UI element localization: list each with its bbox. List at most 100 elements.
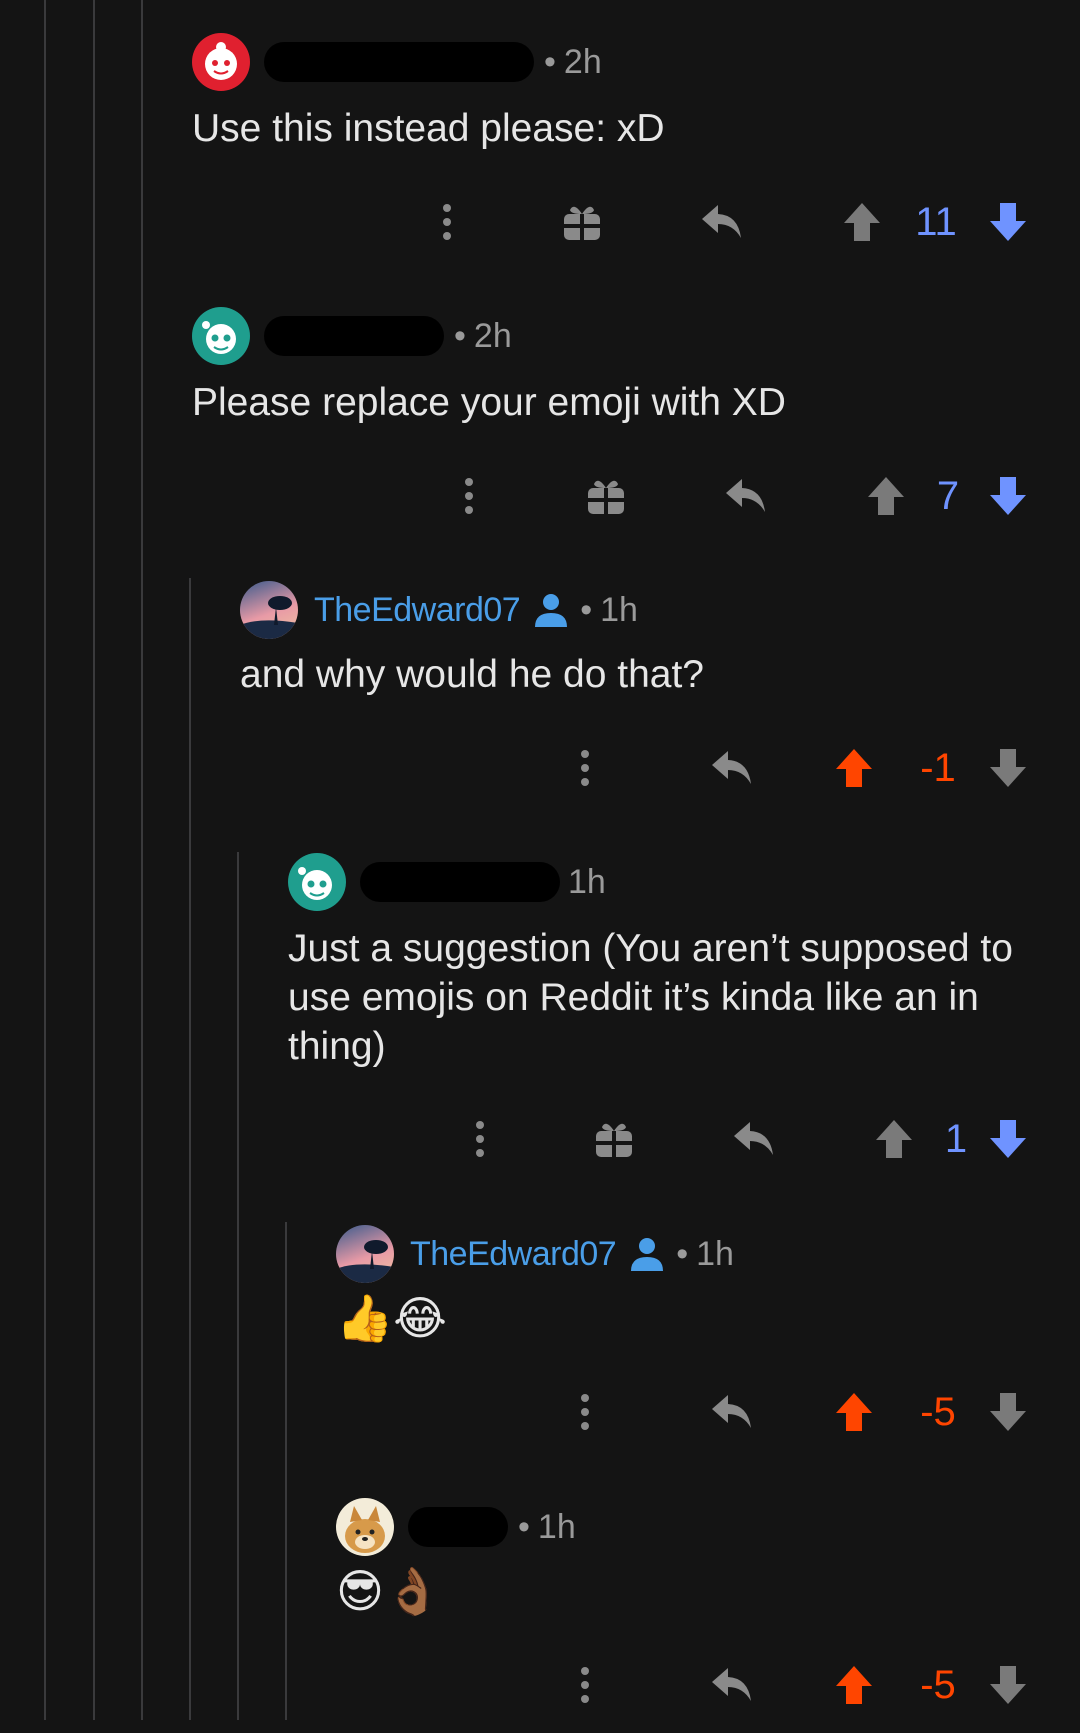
vote-score: -5	[920, 1389, 956, 1434]
upvote-button[interactable]	[864, 1109, 924, 1169]
comment-actions: 1	[288, 1109, 1080, 1169]
gift-award-icon	[596, 1123, 632, 1157]
comment-actions: -5	[336, 1382, 1080, 1442]
reply-button[interactable]	[702, 1655, 762, 1715]
comment-meta: TheEdward07 • 1h	[240, 580, 638, 640]
comment-body: Use this instead please: xD	[192, 107, 665, 150]
comment-meta: • 2h	[192, 32, 602, 92]
more-options-icon	[581, 750, 589, 786]
username[interactable]: TheEdward07	[314, 591, 521, 630]
more-options-icon	[465, 478, 473, 514]
reply-button[interactable]	[692, 192, 752, 252]
vote-score: -5	[920, 1662, 956, 1707]
downvote-button[interactable]	[978, 192, 1038, 252]
downvote-button[interactable]	[978, 466, 1038, 526]
reply-icon	[702, 205, 741, 238]
comment-body: 😎👌🏾	[336, 1565, 442, 1617]
upvote-button[interactable]	[832, 192, 892, 252]
separator-dot: •	[544, 42, 556, 81]
reply-icon	[712, 1395, 751, 1428]
thread-line[interactable]	[141, 0, 143, 1720]
thread-line[interactable]	[189, 578, 191, 1720]
comment-body: and why would he do that?	[240, 653, 705, 696]
downvote-arrow-icon	[990, 1666, 1026, 1704]
comment: • 2h Please replace your emoji with XD 7	[192, 306, 1080, 536]
thread-line[interactable]	[285, 1222, 287, 1720]
sunset-tree-avatar[interactable]	[336, 1225, 394, 1283]
award-button[interactable]	[552, 192, 612, 252]
redacted-username	[408, 1507, 508, 1547]
upvote-arrow-icon	[836, 1666, 872, 1704]
thread-line[interactable]	[237, 852, 239, 1720]
comment-body: 👍😂	[336, 1292, 448, 1344]
downvote-button[interactable]	[978, 1109, 1038, 1169]
comment-actions: 11	[192, 192, 1080, 252]
separator-dot: •	[454, 316, 466, 355]
reply-icon	[734, 1122, 773, 1155]
downvote-arrow-icon	[990, 1120, 1026, 1158]
comment-meta: TheEdward07 • 1h	[336, 1224, 734, 1284]
red-snoo-avatar[interactable]	[192, 33, 250, 91]
timestamp: 1h	[600, 590, 638, 629]
comment-actions: 7	[192, 466, 1080, 526]
downvote-arrow-icon	[990, 203, 1026, 241]
downvote-button[interactable]	[978, 1655, 1038, 1715]
sunset-tree-avatar[interactable]	[240, 581, 298, 639]
upvote-button[interactable]	[824, 1382, 884, 1442]
separator-dot: •	[676, 1234, 689, 1273]
reply-button[interactable]	[702, 1382, 762, 1442]
redacted-username	[360, 862, 560, 902]
reply-button[interactable]	[724, 1109, 784, 1169]
more-options-button[interactable]	[455, 1109, 505, 1169]
upvote-button[interactable]	[824, 738, 884, 798]
reply-button[interactable]	[702, 738, 762, 798]
timestamp: 1h	[568, 862, 606, 901]
upvote-arrow-icon	[836, 749, 872, 787]
teal-snoo-avatar[interactable]	[288, 853, 346, 911]
op-person-icon	[532, 591, 570, 629]
vote-score: 1	[944, 1116, 968, 1161]
separator-dot: •	[580, 590, 593, 629]
comment: TheEdward07 • 1h and why would he do tha…	[240, 580, 1080, 810]
thread-line[interactable]	[44, 0, 46, 1720]
more-options-button[interactable]	[560, 738, 610, 798]
more-options-button[interactable]	[444, 466, 494, 526]
reply-button[interactable]	[716, 466, 776, 526]
username[interactable]: TheEdward07	[410, 1235, 617, 1274]
teal-snoo-avatar[interactable]	[192, 307, 250, 365]
timestamp: 1h	[537, 1507, 576, 1546]
more-options-button[interactable]	[422, 192, 472, 252]
gift-award-icon	[564, 206, 600, 240]
doge-avatar[interactable]	[336, 1498, 394, 1556]
comment: • 2h Use this instead please: xD 11	[192, 32, 1080, 262]
more-options-icon	[581, 1394, 589, 1430]
upvote-arrow-icon	[868, 477, 904, 515]
comment-meta: • 2h	[192, 306, 512, 366]
reply-icon	[712, 751, 751, 784]
timestamp: 1h	[696, 1234, 734, 1273]
reply-icon	[726, 479, 765, 512]
more-options-icon	[476, 1121, 484, 1157]
award-button[interactable]	[576, 466, 636, 526]
upvote-button[interactable]	[824, 1655, 884, 1715]
more-options-button[interactable]	[560, 1382, 610, 1442]
upvote-arrow-icon	[844, 203, 880, 241]
reply-icon	[712, 1668, 751, 1701]
upvote-button[interactable]	[856, 466, 916, 526]
comment-actions: -5	[336, 1655, 1080, 1715]
comment-body: Please replace your emoji with XD	[192, 381, 786, 424]
more-options-icon	[581, 1667, 589, 1703]
vote-score: 7	[936, 473, 960, 518]
downvote-arrow-icon	[990, 477, 1026, 515]
separator-dot: •	[518, 1507, 530, 1546]
comment-actions: -1	[240, 738, 1080, 798]
downvote-arrow-icon	[990, 1393, 1026, 1431]
more-options-button[interactable]	[560, 1655, 610, 1715]
comment: TheEdward07 • 1h 👍😂 -5	[336, 1224, 1080, 1454]
downvote-button[interactable]	[978, 738, 1038, 798]
upvote-arrow-icon	[876, 1120, 912, 1158]
award-button[interactable]	[584, 1109, 644, 1169]
thread-line[interactable]	[93, 0, 95, 1720]
vote-score: -1	[920, 745, 956, 790]
downvote-button[interactable]	[978, 1382, 1038, 1442]
